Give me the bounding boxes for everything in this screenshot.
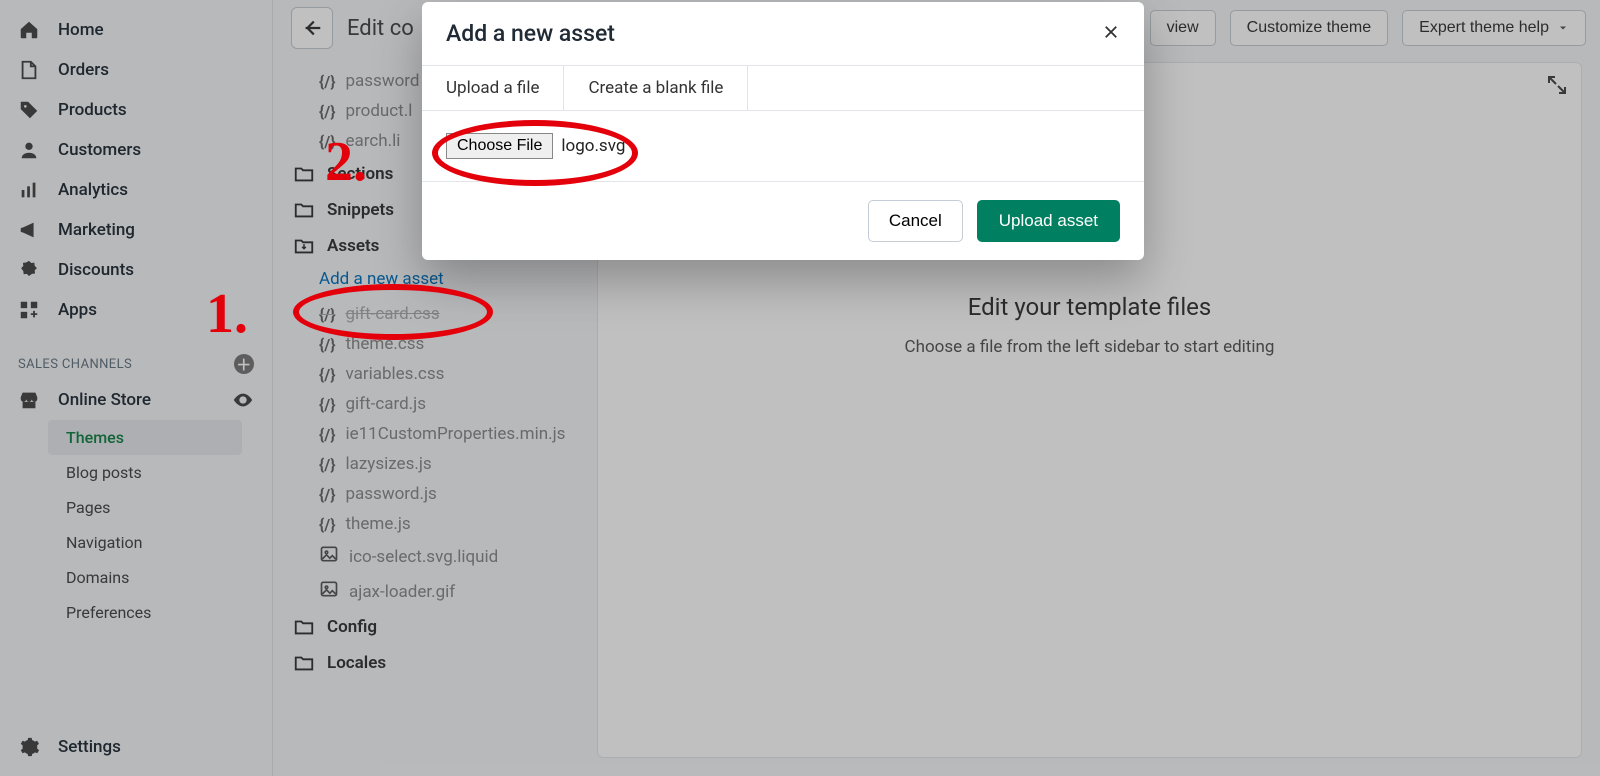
modal-body: Choose File logo.svg <box>422 111 1144 182</box>
add-asset-modal: Add a new asset Upload a file Create a b… <box>422 2 1144 260</box>
modal-tabs: Upload a file Create a blank file <box>422 66 1144 111</box>
cancel-button[interactable]: Cancel <box>868 200 963 242</box>
chosen-filename: logo.svg <box>561 136 625 156</box>
tab-upload-file[interactable]: Upload a file <box>422 66 564 110</box>
file-input[interactable]: Choose File logo.svg <box>446 133 1120 159</box>
close-icon <box>1102 23 1120 41</box>
modal-title: Add a new asset <box>446 20 615 47</box>
modal-footer: Cancel Upload asset <box>422 182 1144 260</box>
upload-asset-button[interactable]: Upload asset <box>977 200 1120 242</box>
modal-header: Add a new asset <box>422 2 1144 66</box>
choose-file-button[interactable]: Choose File <box>446 133 553 159</box>
tab-create-blank[interactable]: Create a blank file <box>564 66 748 110</box>
close-button[interactable] <box>1102 22 1120 46</box>
